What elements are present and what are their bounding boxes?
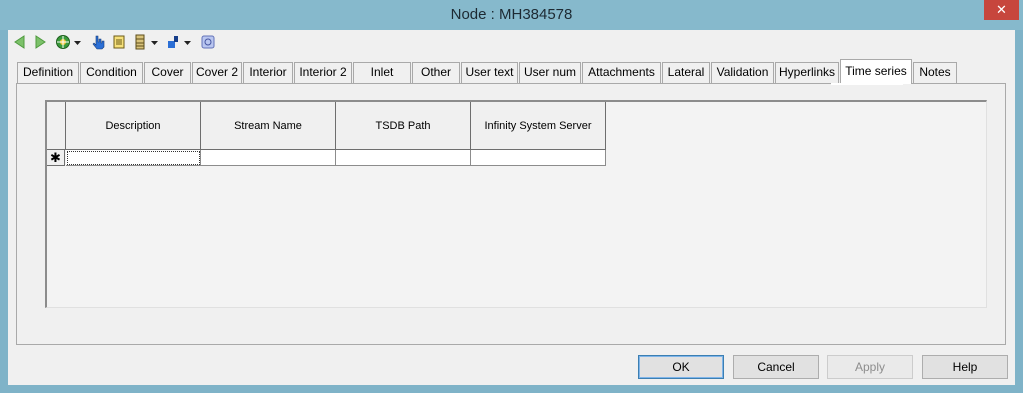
tab-interior[interactable]: Interior — [243, 62, 293, 83]
tab-other[interactable]: Other — [412, 62, 460, 83]
notepad-icon[interactable] — [111, 34, 127, 50]
cancel-button[interactable]: Cancel — [733, 355, 819, 379]
tab-interior-2[interactable]: Interior 2 — [294, 62, 352, 83]
ok-button[interactable]: OK — [638, 355, 724, 379]
new-row-marker[interactable]: ✱ — [47, 150, 65, 166]
tab-cover-2[interactable]: Cover 2 — [192, 62, 242, 83]
new-row-description-cell[interactable] — [66, 150, 201, 166]
tab-hyperlinks[interactable]: Hyperlinks — [775, 62, 839, 83]
tab-user-text[interactable]: User text — [461, 62, 518, 83]
tab-condition[interactable]: Condition — [80, 62, 143, 83]
chevron-down-icon[interactable] — [74, 40, 81, 46]
forward-arrow-icon[interactable] — [32, 34, 48, 50]
paint-bucket-icon[interactable] — [166, 34, 182, 50]
tab-cover[interactable]: Cover — [144, 62, 191, 83]
title-bar[interactable]: Node : MH384578 ✕ — [0, 0, 1023, 30]
hand-pointer-icon[interactable] — [90, 34, 106, 50]
column-header-stream-name[interactable]: Stream Name — [201, 102, 336, 150]
tab-time-series[interactable]: Time series — [840, 59, 912, 84]
tab-definition[interactable]: Definition — [17, 62, 79, 83]
time-series-panel: Description Stream Name TSDB Path Infini… — [16, 83, 1006, 345]
time-series-grid[interactable]: Description Stream Name TSDB Path Infini… — [45, 100, 987, 308]
apply-button[interactable]: Apply — [827, 355, 913, 379]
tab-notes[interactable]: Notes — [913, 62, 957, 83]
grid-corner-header[interactable] — [47, 102, 66, 150]
chevron-down-icon[interactable] — [151, 40, 158, 46]
tab-attachments[interactable]: Attachments — [582, 62, 661, 83]
column-header-tsdb-path[interactable]: TSDB Path — [336, 102, 471, 150]
close-button[interactable]: ✕ — [984, 0, 1019, 20]
tab-inlet[interactable]: Inlet — [353, 62, 411, 83]
tab-user-num[interactable]: User num — [519, 62, 581, 83]
tab-lateral[interactable]: Lateral — [662, 62, 710, 83]
column-header-infinity-system-server[interactable]: Infinity System Server — [471, 102, 606, 150]
new-row-stream-name-cell[interactable] — [201, 150, 336, 166]
dialog-client-area: Definition Condition Cover Cover 2 Inter… — [8, 30, 1015, 385]
compass-icon[interactable] — [55, 34, 71, 50]
active-tab-join — [831, 83, 903, 85]
new-row-tsdb-path-cell[interactable] — [336, 150, 471, 166]
database-icon[interactable] — [132, 34, 148, 50]
tab-validation[interactable]: Validation — [711, 62, 774, 83]
chevron-down-icon[interactable] — [184, 40, 191, 46]
column-header-description[interactable]: Description — [66, 102, 201, 150]
help-button[interactable]: Help — [922, 355, 1008, 379]
dialog-window: Node : MH384578 ✕ Definition Condition C… — [0, 0, 1023, 393]
settings-icon[interactable] — [200, 34, 216, 50]
back-arrow-icon[interactable] — [12, 34, 28, 50]
window-title: Node : MH384578 — [450, 6, 573, 23]
new-row-infinity-system-server-cell[interactable] — [471, 150, 606, 166]
